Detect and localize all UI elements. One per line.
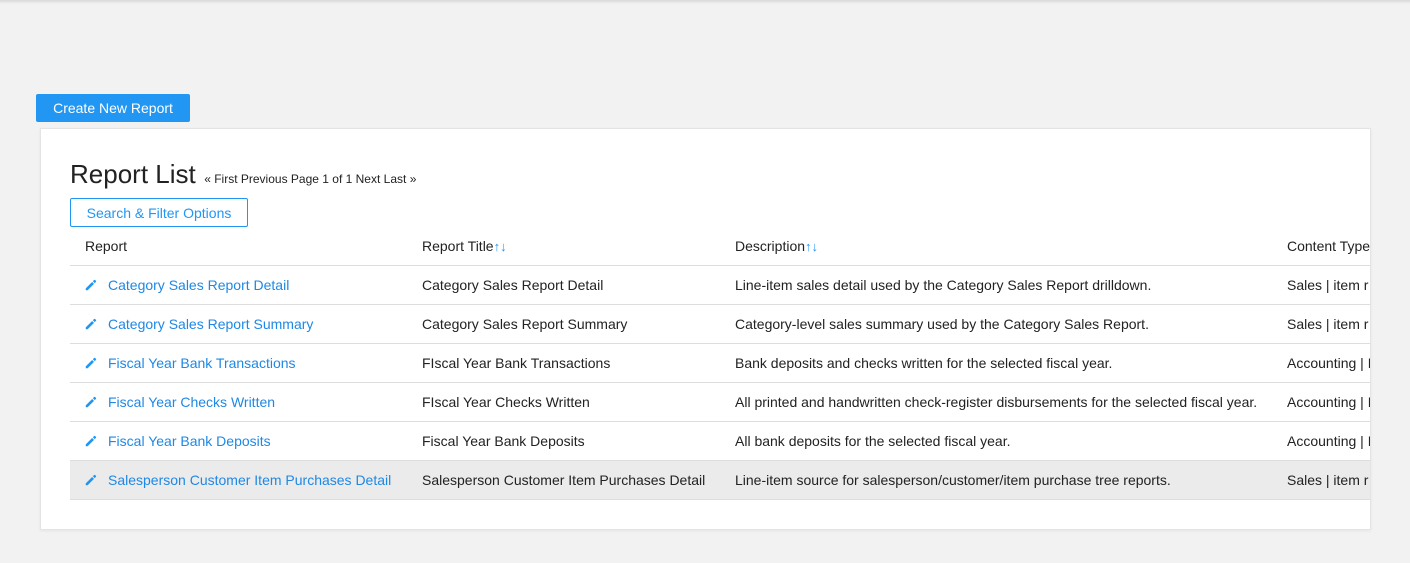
description-cell: All bank deposits for the selected fisca… (720, 421, 1272, 461)
content-type-cell: Accounting | I (1272, 421, 1370, 461)
report-cell: Salesperson Customer Item Purchases Deta… (70, 460, 407, 500)
sort-icon[interactable]: ↑↓ (494, 239, 507, 254)
content-type-cell: Sales | item r (1272, 265, 1370, 305)
content-type-cell: Sales | item r (1272, 304, 1370, 344)
report-title-cell: Category Sales Report Detail (407, 265, 720, 305)
pager-last-link[interactable]: Last » (384, 172, 417, 186)
pencil-icon[interactable] (85, 318, 97, 330)
report-link[interactable]: Fiscal Year Bank Deposits (108, 433, 271, 449)
table-row: Category Sales Report Detail Category Sa… (70, 265, 1370, 305)
column-header-report-title: Report Title↑↓ (407, 227, 720, 266)
report-link[interactable]: Salesperson Customer Item Purchases Deta… (108, 472, 391, 488)
description-cell: Bank deposits and checks written for the… (720, 343, 1272, 383)
report-cell: Category Sales Report Summary (70, 304, 407, 344)
table-row: Fiscal Year Checks Written FIscal Year C… (70, 382, 1370, 422)
content-type-cell: Sales | item r (1272, 460, 1370, 500)
column-header-content-type: Content Type (1272, 227, 1370, 266)
report-title-cell: Salesperson Customer Item Purchases Deta… (407, 460, 720, 500)
report-link[interactable]: Fiscal Year Bank Transactions (108, 355, 296, 371)
description-cell: Category-level sales summary used by the… (720, 304, 1272, 344)
report-cell: Fiscal Year Checks Written (70, 382, 407, 422)
description-cell: Line-item sales detail used by the Categ… (720, 265, 1272, 305)
content-type-cell: Accounting | I (1272, 343, 1370, 383)
report-list-card: Report List « First Previous Page 1 of 1… (40, 128, 1371, 530)
report-cell: Category Sales Report Detail (70, 265, 407, 305)
pencil-icon[interactable] (85, 279, 97, 291)
report-table: Report Report Title↑↓ Description↑↓ Cont… (70, 227, 1370, 500)
report-title-cell: FIscal Year Checks Written (407, 382, 720, 422)
title-row: Report List « First Previous Page 1 of 1… (70, 159, 416, 190)
pagination: « First Previous Page 1 of 1 Next Last » (204, 172, 416, 186)
content-type-cell: Accounting | I (1272, 382, 1370, 422)
column-header-description: Description↑↓ (720, 227, 1272, 266)
pager-first-link[interactable]: « First (204, 172, 237, 186)
sort-icon[interactable]: ↑↓ (805, 239, 818, 254)
report-link[interactable]: Category Sales Report Detail (108, 277, 289, 293)
pager-status: Page 1 of 1 (290, 172, 353, 186)
description-cell: All printed and handwritten check-regist… (720, 382, 1272, 422)
report-title-cell: FIscal Year Bank Transactions (407, 343, 720, 383)
pager-previous-link[interactable]: Previous (241, 172, 288, 186)
page-title: Report List (70, 159, 196, 189)
pencil-icon[interactable] (85, 474, 97, 486)
pager-next-link[interactable]: Next (356, 172, 381, 186)
description-cell: Line-item source for salesperson/custome… (720, 460, 1272, 500)
table-row: Salesperson Customer Item Purchases Deta… (70, 460, 1370, 500)
pencil-icon[interactable] (85, 357, 97, 369)
table-row: Fiscal Year Bank Deposits Fiscal Year Ba… (70, 421, 1370, 461)
table-row: Fiscal Year Bank Transactions FIscal Yea… (70, 343, 1370, 383)
column-header-report: Report (70, 227, 407, 266)
report-cell: Fiscal Year Bank Deposits (70, 421, 407, 461)
report-title-cell: Fiscal Year Bank Deposits (407, 421, 720, 461)
table-row: Category Sales Report Summary Category S… (70, 304, 1370, 344)
report-link[interactable]: Fiscal Year Checks Written (108, 394, 275, 410)
pencil-icon[interactable] (85, 396, 97, 408)
report-title-cell: Category Sales Report Summary (407, 304, 720, 344)
report-link[interactable]: Category Sales Report Summary (108, 316, 313, 332)
top-shadow (0, 0, 1410, 4)
report-cell: Fiscal Year Bank Transactions (70, 343, 407, 383)
table-header-row: Report Report Title↑↓ Description↑↓ Cont… (70, 227, 1370, 266)
create-new-report-button[interactable]: Create New Report (36, 94, 190, 122)
pencil-icon[interactable] (85, 435, 97, 447)
search-filter-options-button[interactable]: Search & Filter Options (70, 198, 248, 227)
